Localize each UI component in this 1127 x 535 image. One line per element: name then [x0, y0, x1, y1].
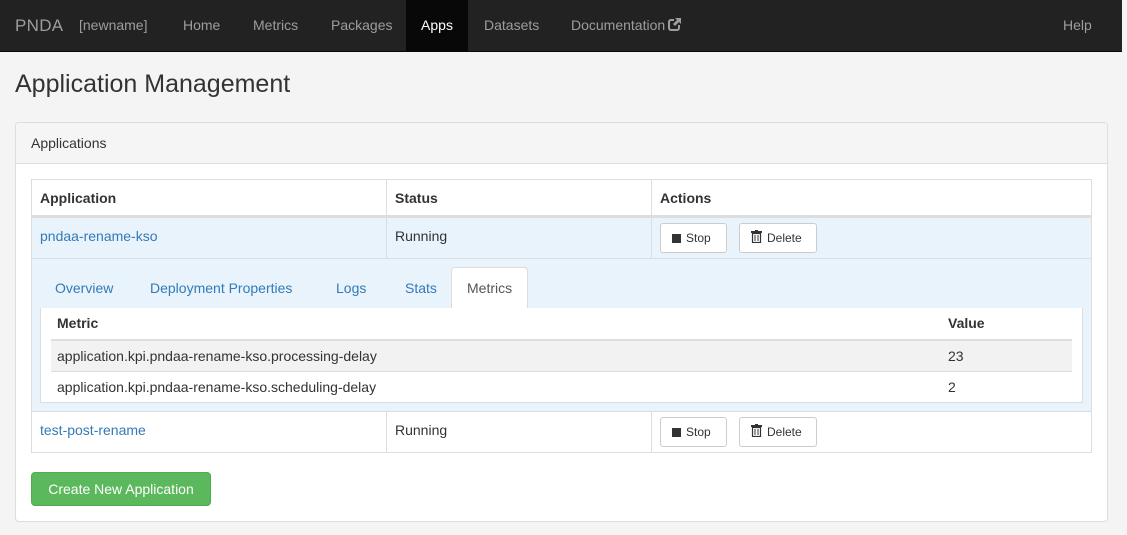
nav-datasets[interactable]: Datasets	[469, 0, 554, 51]
tab-logs[interactable]: Logs	[321, 267, 381, 309]
nav-help[interactable]: Help	[1048, 0, 1107, 51]
metrics-row: application.kpi.pndaa-rename-kso.schedul…	[51, 371, 1072, 402]
application-link[interactable]: pndaa-rename-kso	[40, 228, 158, 244]
top-navbar: PNDA [newname] Home Metrics Packages App…	[0, 0, 1122, 52]
status-cell: Running	[386, 412, 651, 452]
table-row[interactable]: pndaa-rename-kso Running Stop Delete	[32, 217, 1091, 258]
page-title: Application Management	[15, 70, 291, 98]
delete-button[interactable]: Delete	[739, 417, 817, 447]
panel-heading: Applications	[16, 123, 1107, 164]
nav-documentation[interactable]: Documentation	[556, 0, 697, 51]
stop-label: Stop	[686, 425, 711, 439]
nav-metrics[interactable]: Metrics	[238, 0, 313, 51]
applications-panel: Applications Application Status Actions …	[15, 122, 1108, 522]
nav-home[interactable]: Home	[168, 0, 235, 51]
column-header-metric: Metric	[57, 315, 99, 331]
stop-button[interactable]: Stop	[660, 223, 727, 253]
tab-deployment-properties[interactable]: Deployment Properties	[135, 267, 307, 309]
table-row[interactable]: test-post-rename Running Stop Delete	[32, 411, 1091, 452]
metric-value: 2	[948, 379, 956, 395]
metric-name: application.kpi.pndaa-rename-kso.schedul…	[57, 379, 377, 395]
actions-cell: Stop Delete	[651, 218, 1091, 258]
metrics-tab-content: Metric Value application.kpi.pndaa-renam…	[40, 308, 1083, 403]
stop-icon	[672, 234, 681, 243]
environment-name: [newname]	[79, 17, 148, 33]
external-link-icon	[668, 1, 683, 52]
tab-stats[interactable]: Stats	[390, 267, 452, 309]
actions-cell: Stop Delete	[651, 412, 1091, 452]
create-new-application-button[interactable]: Create New Application	[31, 472, 211, 506]
column-header-status: Status	[386, 180, 651, 215]
application-name-cell: pndaa-rename-kso	[32, 218, 386, 258]
metric-value: 23	[948, 348, 964, 364]
application-detail-row: Overview Deployment Properties Logs Stat…	[32, 258, 1091, 411]
column-header-actions: Actions	[651, 180, 1091, 215]
tab-overview[interactable]: Overview	[40, 267, 128, 309]
nav-packages[interactable]: Packages	[316, 0, 407, 51]
tab-metrics[interactable]: Metrics	[451, 267, 529, 310]
applications-table: Application Status Actions pndaa-rename-…	[31, 179, 1092, 453]
trash-icon	[751, 230, 762, 244]
delete-label: Delete	[767, 425, 802, 439]
column-header-value: Value	[948, 315, 985, 331]
delete-label: Delete	[767, 231, 802, 245]
detail-tabs: Overview Deployment Properties Logs Stat…	[40, 267, 1083, 310]
column-header-application: Application	[40, 190, 117, 206]
metrics-row: application.kpi.pndaa-rename-kso.process…	[51, 340, 1072, 371]
table-header: Application Status Actions	[32, 180, 1091, 217]
metrics-table-header: Metric Value	[51, 308, 1072, 340]
brand-logo[interactable]: PNDA	[15, 0, 63, 51]
stop-icon	[672, 428, 681, 437]
metric-name: application.kpi.pndaa-rename-kso.process…	[57, 348, 377, 364]
application-name-cell: test-post-rename	[32, 412, 386, 452]
nav-documentation-label: Documentation	[571, 17, 666, 33]
delete-button[interactable]: Delete	[739, 223, 817, 253]
status-cell: Running	[386, 218, 651, 258]
nav-apps[interactable]: Apps	[406, 0, 468, 51]
metrics-table: Metric Value application.kpi.pndaa-renam…	[51, 308, 1072, 402]
application-link[interactable]: test-post-rename	[40, 422, 146, 438]
stop-label: Stop	[686, 231, 711, 245]
trash-icon	[751, 424, 762, 438]
stop-button[interactable]: Stop	[660, 417, 727, 447]
